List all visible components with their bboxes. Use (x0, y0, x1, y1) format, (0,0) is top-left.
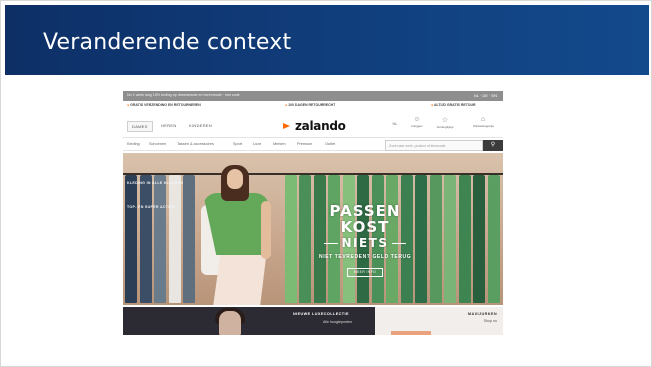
category-link[interactable]: Schoenen (149, 142, 166, 146)
star-icon: ☆ (441, 117, 449, 124)
logo-text: zalando (295, 119, 346, 133)
category-link[interactable]: Merken (273, 142, 286, 146)
login-label: Inloggen (411, 124, 423, 128)
garment (299, 175, 311, 303)
slide-title: Veranderende context (43, 30, 292, 55)
user-icon: ☺ (413, 116, 421, 123)
garment (473, 175, 485, 303)
search-icon: ⚲ (490, 141, 496, 148)
garment (415, 175, 427, 303)
zalando-logo[interactable]: zalando (283, 119, 346, 133)
language-selector[interactable]: NL · DE · EN (474, 93, 497, 98)
cart-label: Winkelwagentje (473, 124, 495, 128)
garment (458, 175, 471, 303)
bag-icon: ⌂ (480, 116, 486, 123)
model-face (227, 169, 243, 189)
promo-item: ● 100 DAGEN RETOURRECHT (285, 103, 336, 107)
presentation-slide: Veranderende context Nu 1 week lang 15% … (0, 0, 652, 367)
promo-item: ● GRATIS VERZENDING EN RETOURNEREN (127, 103, 201, 107)
login-button[interactable]: ☺ Inloggen (407, 116, 427, 128)
logo-mark-icon (283, 122, 292, 131)
garment (284, 175, 297, 303)
hero-cta-button[interactable]: MEER INFO (346, 267, 384, 277)
lower-teasers: NIEUWE LUXECOLLECTIE Alle hoogtepunten M… (123, 307, 503, 335)
category-bar: Kleding Schoenen Tassen & accessoires Sp… (123, 137, 503, 151)
teaser-luxe[interactable]: NIEUWE LUXECOLLECTIE Alle hoogtepunten (123, 307, 375, 335)
category-link[interactable]: Kleding (127, 142, 140, 146)
promo-item: ● ALTIJD GRATIS RETOUR (431, 103, 476, 107)
teaser-maxijurken[interactable]: MAXIJURKEN Shop nu (375, 307, 503, 335)
website-screenshot: Nu 1 week lang 15% korting op damesmode … (123, 91, 503, 335)
slide-title-bar: Veranderende context (5, 5, 649, 75)
hero-banner[interactable]: KLEDING IN ALLE KLEUREN TOP- EN SUPER AC… (123, 153, 503, 305)
model-arm (261, 201, 271, 259)
announcement-strip: Nu 1 week lang 15% korting op damesmode … (123, 91, 503, 101)
search-button[interactable]: ⚲ (483, 139, 503, 151)
hero-subline: NIET TEVREDEN? GELD TERUG (319, 254, 412, 260)
teaser-subtitle: Shop nu (483, 319, 497, 323)
cart-button[interactable]: ⌂ Winkelwagentje (473, 116, 495, 128)
teaser-title: MAXIJURKEN (467, 312, 497, 316)
teaser-title: NIEUWE LUXECOLLECTIE (293, 312, 349, 316)
category-link[interactable]: Luxe (253, 142, 261, 146)
teaser-model-face (219, 311, 241, 335)
side-link[interactable]: TOP- EN SUPER ACTIES (127, 205, 183, 209)
hero-headline-row: NIETS (319, 237, 411, 250)
wishlist-button[interactable]: ☆ Verlanglijstje (435, 116, 455, 129)
garment (487, 175, 500, 303)
category-link[interactable]: Tassen & accessoires (177, 142, 214, 146)
garment (444, 175, 456, 303)
wishlist-label: Verlanglijstje (436, 125, 454, 129)
language-short[interactable]: NL (385, 121, 405, 126)
divider (391, 243, 406, 244)
side-link[interactable]: KLEDING IN ALLE KLEUREN (127, 181, 183, 185)
tab-dames[interactable]: DAMES (127, 121, 153, 132)
hero-headline: PASSEN KOST (329, 202, 401, 236)
garment (429, 175, 442, 303)
tab-heren[interactable]: HEREN (157, 121, 181, 130)
category-link[interactable]: Sport (233, 142, 242, 146)
category-link[interactable]: Outlet (325, 142, 335, 146)
category-link[interactable]: Premium (297, 142, 312, 146)
divider (324, 243, 339, 244)
teaser-image (391, 331, 431, 335)
garment (183, 175, 195, 303)
announcement-text: Nu 1 week lang 15% korting op damesmode … (127, 93, 240, 97)
hero-side-links: KLEDING IN ALLE KLEUREN TOP- EN SUPER AC… (127, 181, 183, 229)
tab-kinderen[interactable]: KINDEREN (185, 121, 216, 130)
promo-row: ● GRATIS VERZENDING EN RETOURNEREN ● 100… (123, 102, 503, 110)
main-nav: DAMES HEREN KINDEREN zalando NL ☺ Inlogg… (123, 113, 503, 135)
hero-headline-2: NIETS (341, 236, 389, 250)
teaser-subtitle: Alle hoogtepunten (323, 320, 352, 324)
search-input[interactable]: Zoek naar merk, product of kleurcode (385, 139, 483, 151)
hero-promo-text: PASSEN KOST NIETS NIET TEVREDEN? GELD TE… (319, 203, 411, 278)
